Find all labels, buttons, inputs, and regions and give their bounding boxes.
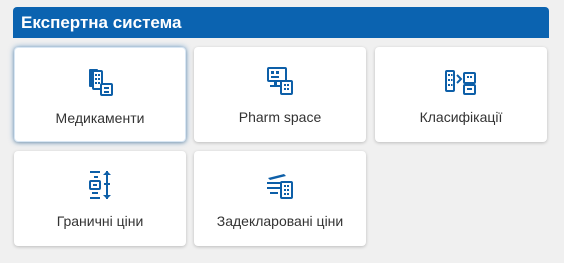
pharm-space-icon <box>267 67 293 95</box>
medicines-icon <box>89 69 113 96</box>
panel-title: Експертна система <box>21 13 182 32</box>
tile-label: Граничні ціни <box>56 213 144 229</box>
tile-label: Медикаменти <box>55 110 145 126</box>
tile-medicines[interactable]: Медикаменти <box>14 47 186 142</box>
tile-label: Pharm space <box>238 109 322 125</box>
price-limits-icon <box>89 171 111 199</box>
tile-label: Задекларовані ціни <box>216 213 344 229</box>
tile-pharm-space[interactable]: Pharm space <box>194 47 366 142</box>
panel-header: Експертна система <box>13 7 549 38</box>
tile-label: Класифікації <box>419 109 503 125</box>
tile-price-limits[interactable]: Граничні ціни <box>14 151 186 246</box>
tile-classifications[interactable]: Класифікації <box>375 47 547 142</box>
classification-icon <box>445 70 476 95</box>
tile-declared-prices[interactable]: Задекларовані ціни <box>194 151 366 246</box>
declared-prices-icon <box>267 174 293 199</box>
